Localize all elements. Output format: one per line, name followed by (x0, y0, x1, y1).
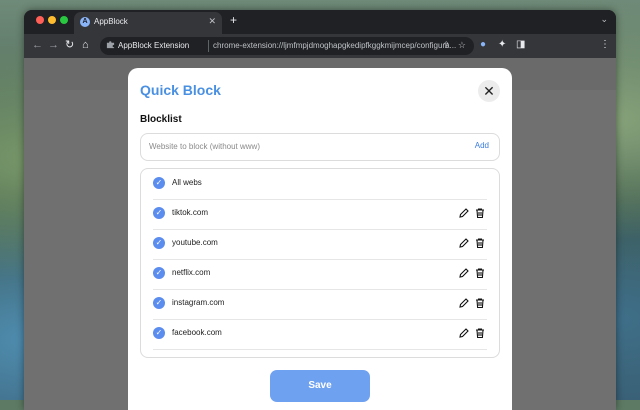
tab-appblock[interactable]: A AppBlock ✕ (74, 12, 222, 34)
url-text[interactable]: chrome-extension://ljmfmpjdmoghapgkedipf… (213, 41, 469, 50)
pencil-icon[interactable] (458, 326, 470, 338)
tab-title: AppBlock (94, 17, 128, 26)
pencil-icon[interactable] (458, 206, 470, 218)
new-tab-button[interactable]: + (230, 13, 237, 27)
add-website-row: Add (140, 133, 500, 161)
address-bar[interactable]: AppBlock Extension chrome-extension://lj… (100, 37, 474, 55)
item-label: netflix.com (172, 268, 211, 277)
pencil-icon[interactable] (458, 266, 470, 278)
back-arrow-icon[interactable]: ← (32, 38, 43, 52)
add-button[interactable]: Add (475, 141, 489, 150)
list-item-all-webs[interactable]: ✓ All webs (153, 169, 487, 200)
trash-icon[interactable] (474, 296, 486, 309)
item-label: instagram.com (172, 298, 225, 307)
browser-menu-icon[interactable]: ⋮ (600, 38, 610, 52)
dialog-title: Quick Block (140, 82, 221, 98)
checkbox-checked-icon[interactable]: ✓ (153, 237, 165, 249)
omnibox-divider (208, 40, 209, 52)
minimize-window-button[interactable] (48, 16, 56, 24)
item-label: youtube.com (172, 238, 218, 247)
quick-block-dialog: Quick Block ✕ Blocklist Add ✓ All webs ✓… (128, 68, 512, 410)
trash-icon[interactable] (474, 236, 486, 249)
tab-search-icon[interactable]: ⌄ (600, 14, 608, 25)
browser-window: A AppBlock ✕ + ⌄ ← → ↻ ⌂ AppBlock Extens… (24, 10, 616, 410)
pencil-icon[interactable] (458, 296, 470, 308)
checkbox-checked-icon[interactable]: ✓ (153, 297, 165, 309)
blocklist: ✓ All webs ✓ tiktok.com ✓ youtube.com ✓ … (140, 168, 500, 358)
list-item-youtube[interactable]: ✓ youtube.com (153, 229, 487, 260)
trash-icon[interactable] (474, 266, 486, 279)
tab-close-icon[interactable]: ✕ (208, 16, 216, 27)
side-panel-icon[interactable]: ◨ (516, 38, 525, 52)
item-label: tiktok.com (172, 208, 209, 217)
save-button[interactable]: Save (270, 370, 370, 402)
list-item-instagram[interactable]: ✓ instagram.com (153, 289, 487, 320)
close-window-button[interactable] (36, 16, 44, 24)
close-dialog-button[interactable]: ✕ (478, 80, 500, 102)
list-item-facebook[interactable]: ✓ facebook.com (153, 319, 487, 350)
checkbox-checked-icon[interactable]: ✓ (153, 327, 165, 339)
extension-puzzle-icon (106, 40, 115, 51)
pencil-icon[interactable] (458, 236, 470, 248)
home-icon[interactable]: ⌂ (82, 38, 89, 52)
checkbox-checked-icon[interactable]: ✓ (153, 177, 165, 189)
bookmark-star-icon[interactable]: ☆ (458, 40, 466, 51)
profile-icon[interactable]: ● (480, 38, 486, 52)
list-item-tiktok[interactable]: ✓ tiktok.com (153, 199, 487, 230)
checkbox-checked-icon[interactable]: ✓ (153, 267, 165, 279)
site-label: AppBlock Extension (118, 41, 190, 50)
extensions-icon[interactable]: ✦ (498, 38, 506, 52)
forward-arrow-icon[interactable]: → (48, 38, 59, 52)
appblock-favicon-icon: A (80, 17, 90, 27)
browser-toolbar: ← → ↻ ⌂ AppBlock Extension chrome-extens… (24, 34, 616, 58)
blocklist-heading: Blocklist (140, 114, 182, 125)
extension-page: Quick Block ✕ Blocklist Add ✓ All webs ✓… (24, 58, 616, 410)
maximize-window-button[interactable] (60, 16, 68, 24)
trash-icon[interactable] (474, 326, 486, 339)
checkbox-checked-icon[interactable]: ✓ (153, 207, 165, 219)
website-input[interactable] (149, 139, 449, 153)
trash-icon[interactable] (474, 206, 486, 219)
item-label: facebook.com (172, 328, 222, 337)
tab-strip: A AppBlock ✕ + ⌄ (24, 10, 616, 34)
share-icon[interactable]: ⇪ (442, 40, 450, 51)
reload-icon[interactable]: ↻ (65, 38, 74, 52)
item-label: All webs (172, 178, 202, 187)
list-item-netflix[interactable]: ✓ netflix.com (153, 259, 487, 290)
